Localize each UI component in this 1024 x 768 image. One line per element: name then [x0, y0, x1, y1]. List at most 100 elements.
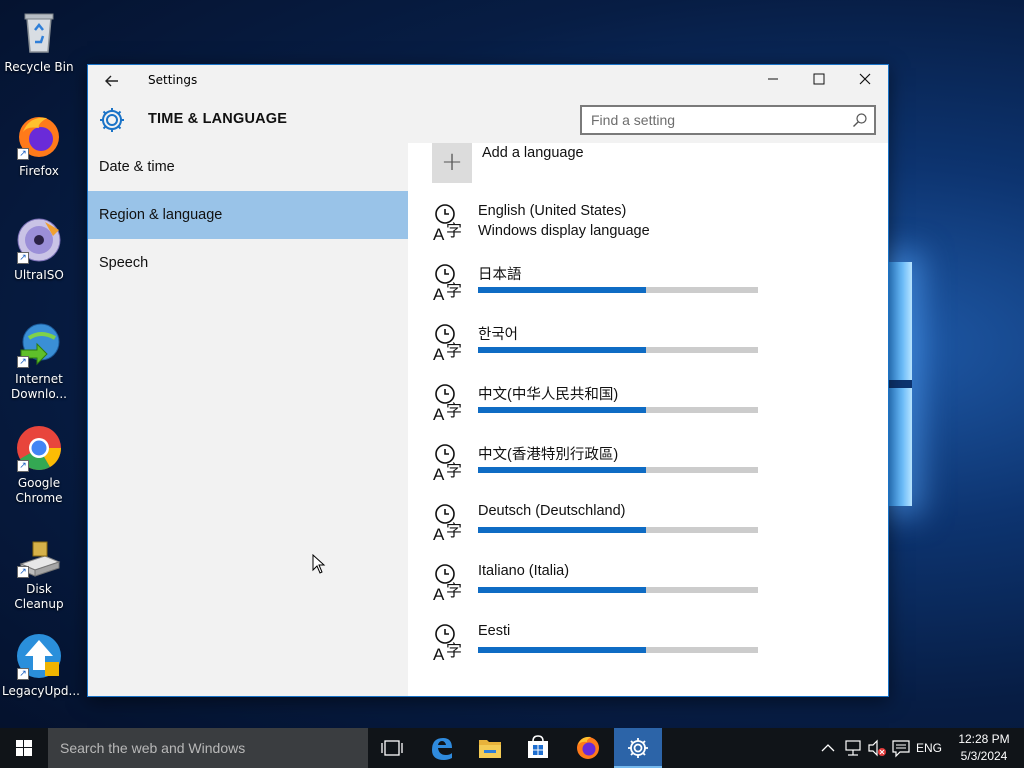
desktop-icon-label: Firefox	[19, 164, 59, 178]
language-name: Eesti	[478, 623, 511, 639]
download-progress-fill	[478, 647, 646, 653]
language-icon: A字	[432, 263, 468, 304]
chrome-icon: ↗	[15, 424, 63, 472]
language-icon: A字	[432, 383, 468, 424]
network-icon	[845, 740, 861, 756]
settings-header: TIME & LANGUAGE	[88, 97, 888, 143]
gear-icon	[98, 106, 126, 134]
recycle-bin-icon	[15, 8, 63, 56]
desktop-icon-label: Recycle Bin	[4, 60, 74, 74]
window-title: Settings	[148, 73, 198, 87]
download-progress-fill	[478, 287, 646, 293]
firefox-icon	[577, 736, 599, 759]
taskbar-firefox[interactable]	[564, 728, 612, 768]
download-progress-bar	[478, 287, 758, 293]
taskbar-search-box[interactable]: Search the web and Windows	[48, 728, 368, 768]
input-language-indicator[interactable]: ENG	[916, 728, 942, 768]
language-item[interactable]: A 字 Italiano (Italia)	[432, 563, 872, 623]
add-language-label: Add a language	[482, 145, 584, 161]
desktop-icon-legacy-update[interactable]: ↗ LegacyUpd...	[2, 632, 80, 699]
action-center-icon	[892, 740, 910, 758]
firefox-icon: ↗	[15, 112, 63, 160]
windows-logo-icon	[16, 740, 32, 756]
desktop-icon-ultraiso[interactable]: ↗ UltraISO	[2, 216, 76, 283]
language-icon: A字	[432, 503, 468, 544]
language-item[interactable]: A 字 Eesti	[432, 623, 872, 683]
language-name: English (United States)	[478, 203, 627, 219]
shortcut-arrow-icon: ↗	[17, 668, 29, 680]
tray-action-center[interactable]	[890, 728, 912, 768]
clock-date: 5/3/2024	[960, 749, 1008, 763]
shortcut-arrow-icon: ↗	[17, 148, 29, 160]
desktop-icon-internet-download-manager[interactable]: ↗ Internet Downlo...	[2, 320, 76, 402]
desktop-icon-label: LegacyUpd...	[2, 684, 80, 698]
sidebar-item-date-time[interactable]: Date & time	[88, 143, 408, 191]
language-item[interactable]: A 字 English (United States) Windows display…	[432, 203, 872, 263]
language-item[interactable]: A 字中文(香港特別行政區)	[432, 443, 872, 503]
desktop-icon-google-chrome[interactable]: ↗ Google Chrome	[2, 424, 76, 506]
taskbar-file-explorer[interactable]	[466, 728, 514, 768]
legacy-update-icon: ↗	[15, 632, 63, 680]
language-name: 日本語	[478, 267, 522, 283]
start-button[interactable]	[0, 728, 48, 768]
svg-text:A: A	[433, 225, 445, 243]
section-title: TIME & LANGUAGE	[148, 111, 288, 127]
sidebar-item-region-language[interactable]: Region & language	[88, 191, 408, 239]
desktop-icon-disk-cleanup[interactable]: ↗ Disk Cleanup	[2, 538, 76, 612]
desktop-icon-recycle-bin[interactable]: Recycle Bin	[2, 8, 76, 75]
language-subtitle: Windows display language	[478, 223, 650, 239]
download-progress-fill	[478, 467, 646, 473]
taskbar-store[interactable]	[514, 728, 562, 768]
taskbar: Search the web and Windows ENG 12:28 PM …	[0, 728, 1024, 768]
sidebar-item-speech[interactable]: Speech	[88, 239, 408, 287]
tray-show-hidden-icons[interactable]	[818, 728, 838, 768]
svg-text:A: A	[433, 405, 445, 423]
svg-text:字: 字	[446, 401, 462, 420]
language-item[interactable]: A 字 Deutsch (Deutschland)	[432, 503, 872, 563]
volume-muted-icon	[868, 739, 886, 757]
shortcut-arrow-icon: ↗	[17, 356, 29, 368]
window-titlebar: Settings	[88, 65, 888, 97]
find-setting-input[interactable]	[582, 107, 832, 133]
taskbar-settings[interactable]	[614, 728, 662, 768]
svg-text:A: A	[433, 585, 445, 603]
shortcut-arrow-icon: ↗	[17, 566, 29, 578]
disk-cleanup-icon: ↗	[15, 538, 63, 578]
svg-text:字: 字	[446, 641, 462, 660]
svg-text:A: A	[433, 525, 445, 543]
language-item[interactable]: A 字日本語	[432, 263, 872, 323]
search-icon[interactable]	[852, 112, 868, 128]
task-view-button[interactable]	[368, 728, 416, 768]
svg-text:A: A	[433, 645, 445, 663]
language-icon: A字	[432, 623, 468, 664]
download-progress-fill	[478, 587, 646, 593]
svg-text:字: 字	[446, 281, 462, 300]
desktop-icon-firefox[interactable]: ↗ Firefox	[2, 112, 76, 179]
download-progress-bar	[478, 527, 758, 533]
find-setting-search[interactable]	[580, 105, 876, 135]
download-progress-bar	[478, 347, 758, 353]
language-icon: A字	[432, 323, 468, 364]
tray-volume[interactable]	[866, 728, 888, 768]
language-icon: A字	[432, 443, 468, 484]
minimize-button[interactable]	[750, 65, 796, 97]
taskbar-edge[interactable]	[418, 728, 466, 768]
shortcut-arrow-icon: ↗	[17, 460, 29, 472]
ultraiso-icon: ↗	[15, 216, 63, 264]
language-name: 한국어	[478, 327, 519, 343]
mouse-cursor-icon	[312, 553, 326, 574]
shortcut-arrow-icon: ↗	[17, 252, 29, 264]
desktop-icon-label: Disk Cleanup	[14, 582, 64, 611]
download-progress-bar	[478, 647, 758, 653]
tray-network[interactable]	[842, 728, 864, 768]
svg-text:A: A	[433, 285, 445, 303]
language-item[interactable]: A 字 한국어	[432, 323, 872, 383]
maximize-button[interactable]	[796, 65, 842, 97]
back-arrow-icon[interactable]	[98, 69, 126, 93]
svg-text:字: 字	[446, 461, 462, 480]
taskbar-clock[interactable]: 12:28 PM 5/3/2024	[946, 731, 1022, 765]
close-button[interactable]	[842, 65, 888, 97]
task-view-icon	[381, 740, 403, 756]
language-item[interactable]: A 字中文(中华人民共和国)	[432, 383, 872, 443]
svg-text:字: 字	[446, 341, 462, 360]
